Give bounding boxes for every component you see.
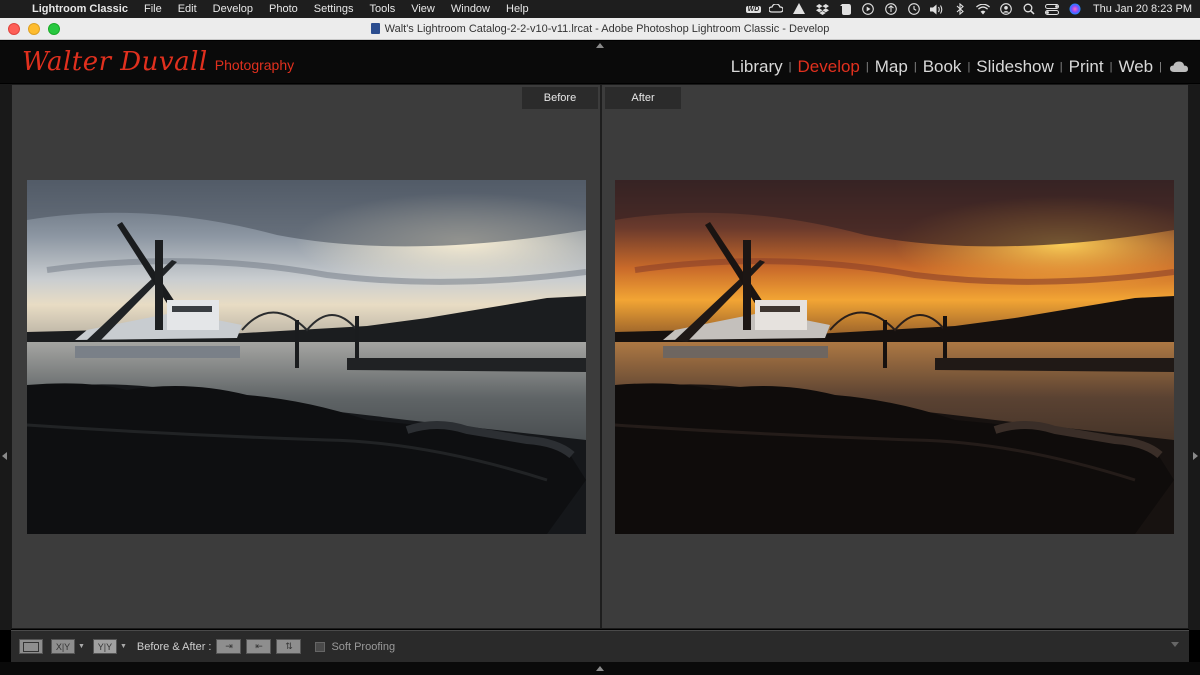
menu-view[interactable]: View (403, 0, 443, 18)
time-machine-icon[interactable] (903, 0, 926, 18)
identity-plate-subtitle: Photography (214, 57, 295, 73)
close-window-button[interactable] (8, 23, 20, 35)
filmstrip-toggle-icon[interactable] (596, 666, 604, 671)
after-label: After (605, 87, 681, 109)
before-after-split-button[interactable]: Y|Y (92, 639, 117, 654)
menu-photo[interactable]: Photo (261, 0, 306, 18)
window-titlebar: Walt's Lightroom Catalog-2-2-v10-v11.lrc… (0, 18, 1200, 40)
swap-before-after-button[interactable]: ⇅ (276, 639, 302, 654)
cloud-sync-icon[interactable] (1170, 61, 1188, 73)
menu-settings[interactable]: Settings (306, 0, 362, 18)
module-separator: | (913, 61, 917, 73)
tether-icon[interactable] (880, 0, 903, 18)
dropbox-icon[interactable] (811, 0, 834, 18)
before-photo[interactable] (27, 180, 586, 534)
volume-icon[interactable] (926, 0, 949, 18)
right-panel-strip (1189, 84, 1200, 630)
siri-icon[interactable] (1064, 0, 1087, 18)
split-options-dropdown-icon[interactable]: ▼ (120, 643, 127, 650)
module-book[interactable]: Book (919, 57, 966, 77)
copy-after-to-before-button[interactable]: ⇤ (246, 639, 272, 654)
module-header: Walter Duvall Photography Library | Deve… (0, 41, 1200, 83)
catalog-file-icon (370, 23, 380, 34)
evernote-icon[interactable] (834, 0, 857, 18)
module-picker: Library | Develop | Map | Book | Slidesh… (727, 57, 1188, 77)
soft-proofing-label[interactable]: Soft Proofing (331, 641, 395, 653)
window-title: Walt's Lightroom Catalog-2-2-v10-v11.lrc… (370, 22, 830, 35)
soft-proofing-checkbox[interactable] (315, 641, 326, 652)
module-develop[interactable]: Develop (794, 57, 864, 77)
menu-file[interactable]: File (136, 0, 170, 18)
wifi-icon[interactable] (972, 0, 995, 18)
view-options-dropdown-icon[interactable]: ▼ (78, 643, 85, 650)
minimize-window-button[interactable] (28, 23, 40, 35)
module-map[interactable]: Map (871, 57, 912, 77)
toolbar-content-dropdown-icon[interactable] (1171, 642, 1179, 647)
after-photo[interactable] (615, 180, 1174, 534)
filmstrip-strip (0, 662, 1200, 675)
module-library[interactable]: Library (727, 57, 787, 77)
menu-edit[interactable]: Edit (170, 0, 205, 18)
module-separator: | (865, 61, 869, 73)
control-center-icon[interactable] (1041, 0, 1064, 18)
module-web[interactable]: Web (1114, 57, 1157, 77)
module-separator: | (788, 61, 792, 73)
play-icon[interactable] (857, 0, 880, 18)
before-label: Before (522, 87, 598, 109)
creative-cloud-icon[interactable] (765, 0, 788, 18)
macos-menubar: Lightroom Classic File Edit Develop Phot… (0, 0, 1200, 18)
left-panel-strip (0, 84, 11, 630)
module-separator: | (1159, 61, 1162, 73)
menubar-status-area: WD Thu Jan 20 8:23 PM (742, 0, 1192, 18)
window-controls (8, 23, 60, 35)
copy-before-to-after-button[interactable]: ⇥ (216, 639, 242, 654)
identity-plate[interactable]: Walter Duvall Photography (22, 47, 294, 77)
menu-tools[interactable]: Tools (362, 0, 404, 18)
user-icon[interactable] (995, 0, 1018, 18)
wd-icon[interactable]: WD (742, 0, 765, 18)
wd-badge-label: WD (745, 5, 762, 13)
module-slideshow[interactable]: Slideshow (972, 57, 1058, 77)
image-display-area[interactable]: Before After (11, 84, 1189, 629)
bluetooth-icon[interactable] (949, 0, 972, 18)
before-after-label: Before & After : (136, 640, 212, 653)
fullscreen-window-button[interactable] (48, 23, 60, 35)
script-editor-icon[interactable] (788, 0, 811, 18)
module-separator: | (1059, 61, 1063, 73)
menu-help[interactable]: Help (498, 0, 537, 18)
module-separator: | (967, 61, 971, 73)
identity-plate-name: Walter Duvall (22, 47, 208, 77)
menu-develop[interactable]: Develop (205, 0, 261, 18)
loupe-view-button[interactable] (19, 639, 43, 654)
menu-window[interactable]: Window (443, 0, 498, 18)
search-icon[interactable] (1018, 0, 1041, 18)
left-panel-toggle-icon[interactable] (2, 452, 7, 460)
module-print[interactable]: Print (1065, 57, 1108, 77)
before-after-left-right-button[interactable]: X|Y (51, 639, 75, 654)
top-panel-toggle-icon[interactable] (596, 43, 604, 48)
before-after-divider (600, 85, 602, 628)
menubar-clock[interactable]: Thu Jan 20 8:23 PM (1087, 3, 1192, 15)
module-separator: | (1109, 61, 1113, 73)
develop-toolbar: X|Y ▼ Y|Y ▼ Before & After : ⇥ ⇤ ⇅ Soft … (11, 630, 1189, 662)
menu-app-name[interactable]: Lightroom Classic (30, 0, 136, 18)
right-panel-toggle-icon[interactable] (1193, 452, 1198, 460)
window-title-text: Walt's Lightroom Catalog-2-2-v10-v11.lrc… (384, 22, 830, 35)
